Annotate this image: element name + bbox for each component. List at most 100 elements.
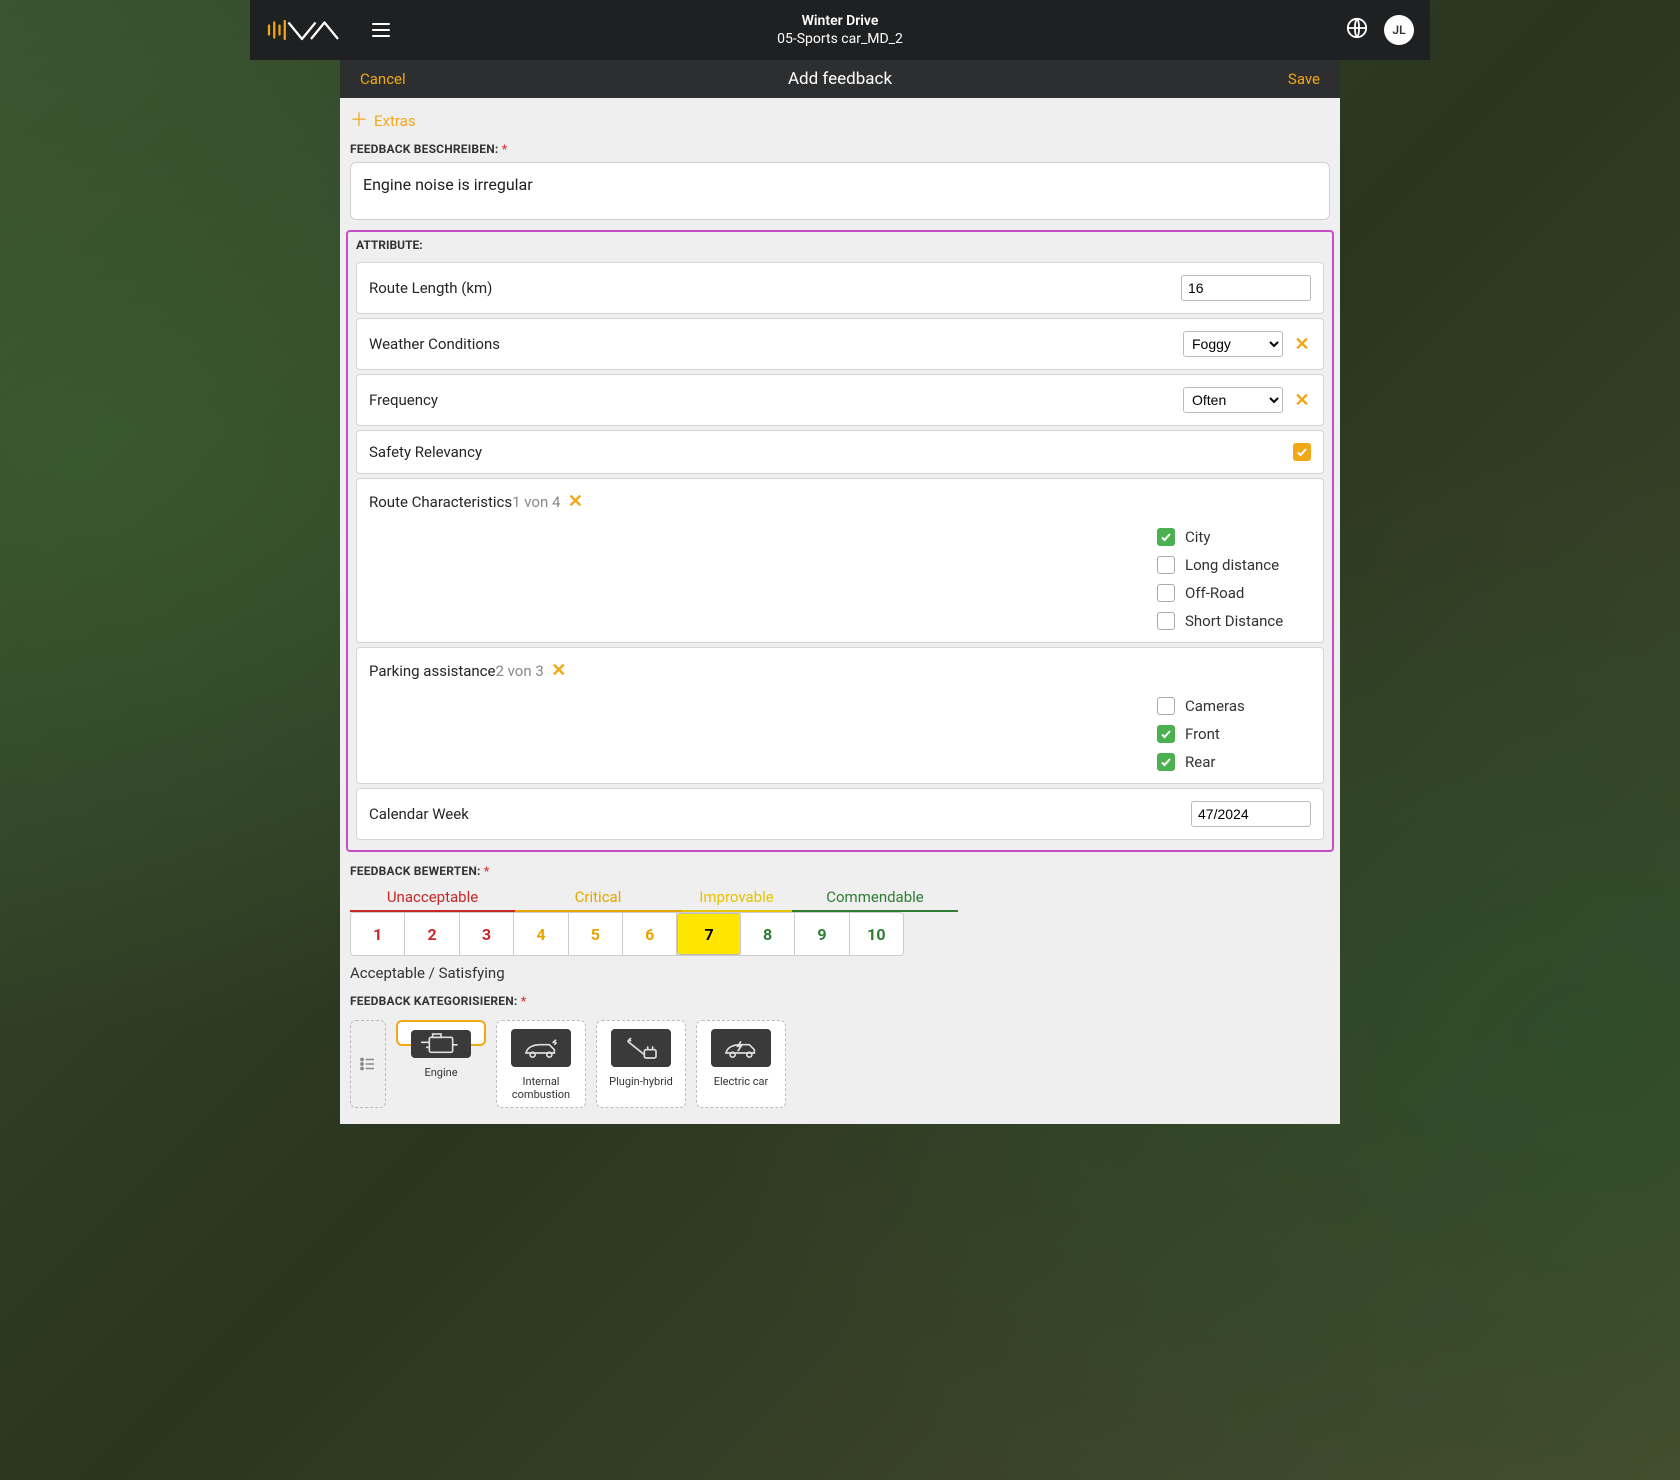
attr-safety: Safety Relevancy [356,430,1324,474]
rating-note: Acceptable / Satisfying [340,956,1340,992]
attr-route-char-label: Route Characteristics [369,493,512,511]
rating-cell-9[interactable]: 9 [795,913,849,955]
feedback-description-input[interactable]: Engine noise is irregular [350,162,1330,220]
route-char-checkbox[interactable] [1157,528,1175,546]
main-panel: ＋ Extras FEEDBACK BESCHREIBEN: * Engine … [340,98,1340,1124]
category-electric-icon [711,1029,771,1067]
category-engine[interactable]: Engine [396,1020,486,1046]
rating-group-commendable: Commendable [792,888,958,912]
rating-cell-5[interactable]: 5 [569,913,623,955]
rating-cell-1[interactable]: 1 [351,913,405,955]
attribute-section: ATTRIBUTE: Route Length (km) Weather Con… [346,230,1334,852]
rating-cell-8[interactable]: 8 [741,913,795,955]
category-engine-label: Engine [424,1066,457,1092]
cancel-button[interactable]: Cancel [360,70,406,88]
logo-area [266,14,390,46]
attr-frequency-select[interactable]: Often [1183,387,1283,413]
rating-cell-10[interactable]: 10 [850,913,903,955]
parking-option-label: Front [1185,725,1220,743]
category-plugin-icon [611,1029,671,1067]
attr-parking-count: 2 von 3 [496,662,544,680]
attr-frequency: Frequency Often ✕ [356,374,1324,426]
route-char-checkbox[interactable] [1157,612,1175,630]
attr-route-length-label: Route Length (km) [369,279,492,297]
plus-icon: ＋ [350,112,368,130]
language-icon[interactable] [1346,17,1368,43]
parking-option[interactable]: Rear [1157,753,1307,771]
attr-frequency-clear-icon[interactable]: ✕ [1293,390,1311,411]
app-logo [266,14,356,46]
menu-icon[interactable] [372,23,390,37]
category-internal-icon [511,1029,571,1067]
attr-weather: Weather Conditions Foggy ✕ [356,318,1324,370]
category-plugin[interactable]: Plugin-hybrid [596,1020,686,1108]
attr-route-char-count: 1 von 4 [512,493,560,511]
rating-cell-2[interactable]: 2 [405,913,459,955]
attr-frequency-label: Frequency [369,391,438,409]
route-char-option-label: Long distance [1185,556,1279,574]
context-title: Winter Drive 05-Sports car_MD_2 [777,12,903,48]
rate-label: FEEDBACK BEWERTEN: * [340,862,1340,884]
route-char-checkbox[interactable] [1157,556,1175,574]
rating-grid: 12345678910 [350,912,904,956]
parking-option[interactable]: Front [1157,725,1307,743]
attr-calweek-label: Calendar Week [369,805,469,823]
parking-option-label: Cameras [1185,697,1245,715]
parking-checkbox[interactable] [1157,753,1175,771]
route-char-option[interactable]: Long distance [1157,556,1307,574]
category-list-icon[interactable] [350,1020,386,1108]
rating-group-critical: Critical [515,888,681,912]
rating-group-improvable: Improvable [681,888,792,912]
attr-route-char-clear-icon[interactable]: ✕ [566,491,584,512]
app-bar: Winter Drive 05-Sports car_MD_2 JL [250,0,1430,60]
category-internal[interactable]: Internal combustion [496,1020,586,1108]
parking-option-label: Rear [1185,753,1215,771]
attr-route-length: Route Length (km) [356,262,1324,314]
rating-cell-3[interactable]: 3 [460,913,514,955]
attr-weather-label: Weather Conditions [369,335,500,353]
parking-checkbox[interactable] [1157,697,1175,715]
category-electric[interactable]: Electric car [696,1020,786,1108]
route-char-option[interactable]: City [1157,528,1307,546]
context-title-line1: Winter Drive [777,12,903,30]
attr-calendar-week: Calendar Week [356,788,1324,840]
attribute-label: ATTRIBUTE: [354,238,1326,258]
rating-group-unacceptable: Unacceptable [350,888,515,912]
attr-calweek-input[interactable] [1191,801,1311,827]
rating-cell-6[interactable]: 6 [623,913,677,955]
describe-label: FEEDBACK BESCHREIBEN: * [340,140,1340,162]
save-button[interactable]: Save [1288,70,1320,88]
attr-weather-clear-icon[interactable]: ✕ [1293,334,1311,355]
avatar[interactable]: JL [1384,15,1414,45]
rating-group-labels: Unacceptable Critical Improvable Commend… [350,888,1330,912]
categorize-label: FEEDBACK KATEGORISIEREN: * [340,992,1340,1014]
category-internal-label: Internal combustion [501,1075,581,1101]
extras-label: Extras [374,112,416,130]
attr-parking-label: Parking assistance [369,662,496,680]
route-char-checkbox[interactable] [1157,584,1175,602]
attr-parking-clear-icon[interactable]: ✕ [550,660,568,681]
rating-cell-4[interactable]: 4 [514,913,568,955]
category-row: Engine Internal combustion Plugin-hybrid El… [340,1014,1340,1114]
route-char-option-label: City [1185,528,1210,546]
attr-weather-select[interactable]: Foggy [1183,331,1283,357]
sub-header: Cancel Add feedback Save [340,60,1340,98]
attr-safety-label: Safety Relevancy [369,443,482,461]
route-char-option[interactable]: Short Distance [1157,612,1307,630]
attr-safety-checkbox[interactable] [1293,443,1311,461]
route-char-option-label: Short Distance [1185,612,1283,630]
parking-option[interactable]: Cameras [1157,697,1307,715]
route-char-option-label: Off-Road [1185,584,1244,602]
attr-route-characteristics: Route Characteristics 1 von 4 ✕ City Long… [356,478,1324,643]
attr-parking: Parking assistance 2 von 3 ✕ Cameras Fron… [356,647,1324,784]
rating-cell-7[interactable]: 7 [677,913,740,955]
category-electric-label: Electric car [714,1075,768,1101]
extras-button[interactable]: ＋ Extras [340,98,1340,140]
page-title: Add feedback [788,69,892,89]
category-plugin-label: Plugin-hybrid [609,1075,673,1101]
category-engine-icon [411,1030,471,1058]
route-char-option[interactable]: Off-Road [1157,584,1307,602]
context-title-line2: 05-Sports car_MD_2 [777,30,903,48]
attr-route-length-input[interactable] [1181,275,1311,301]
parking-checkbox[interactable] [1157,725,1175,743]
